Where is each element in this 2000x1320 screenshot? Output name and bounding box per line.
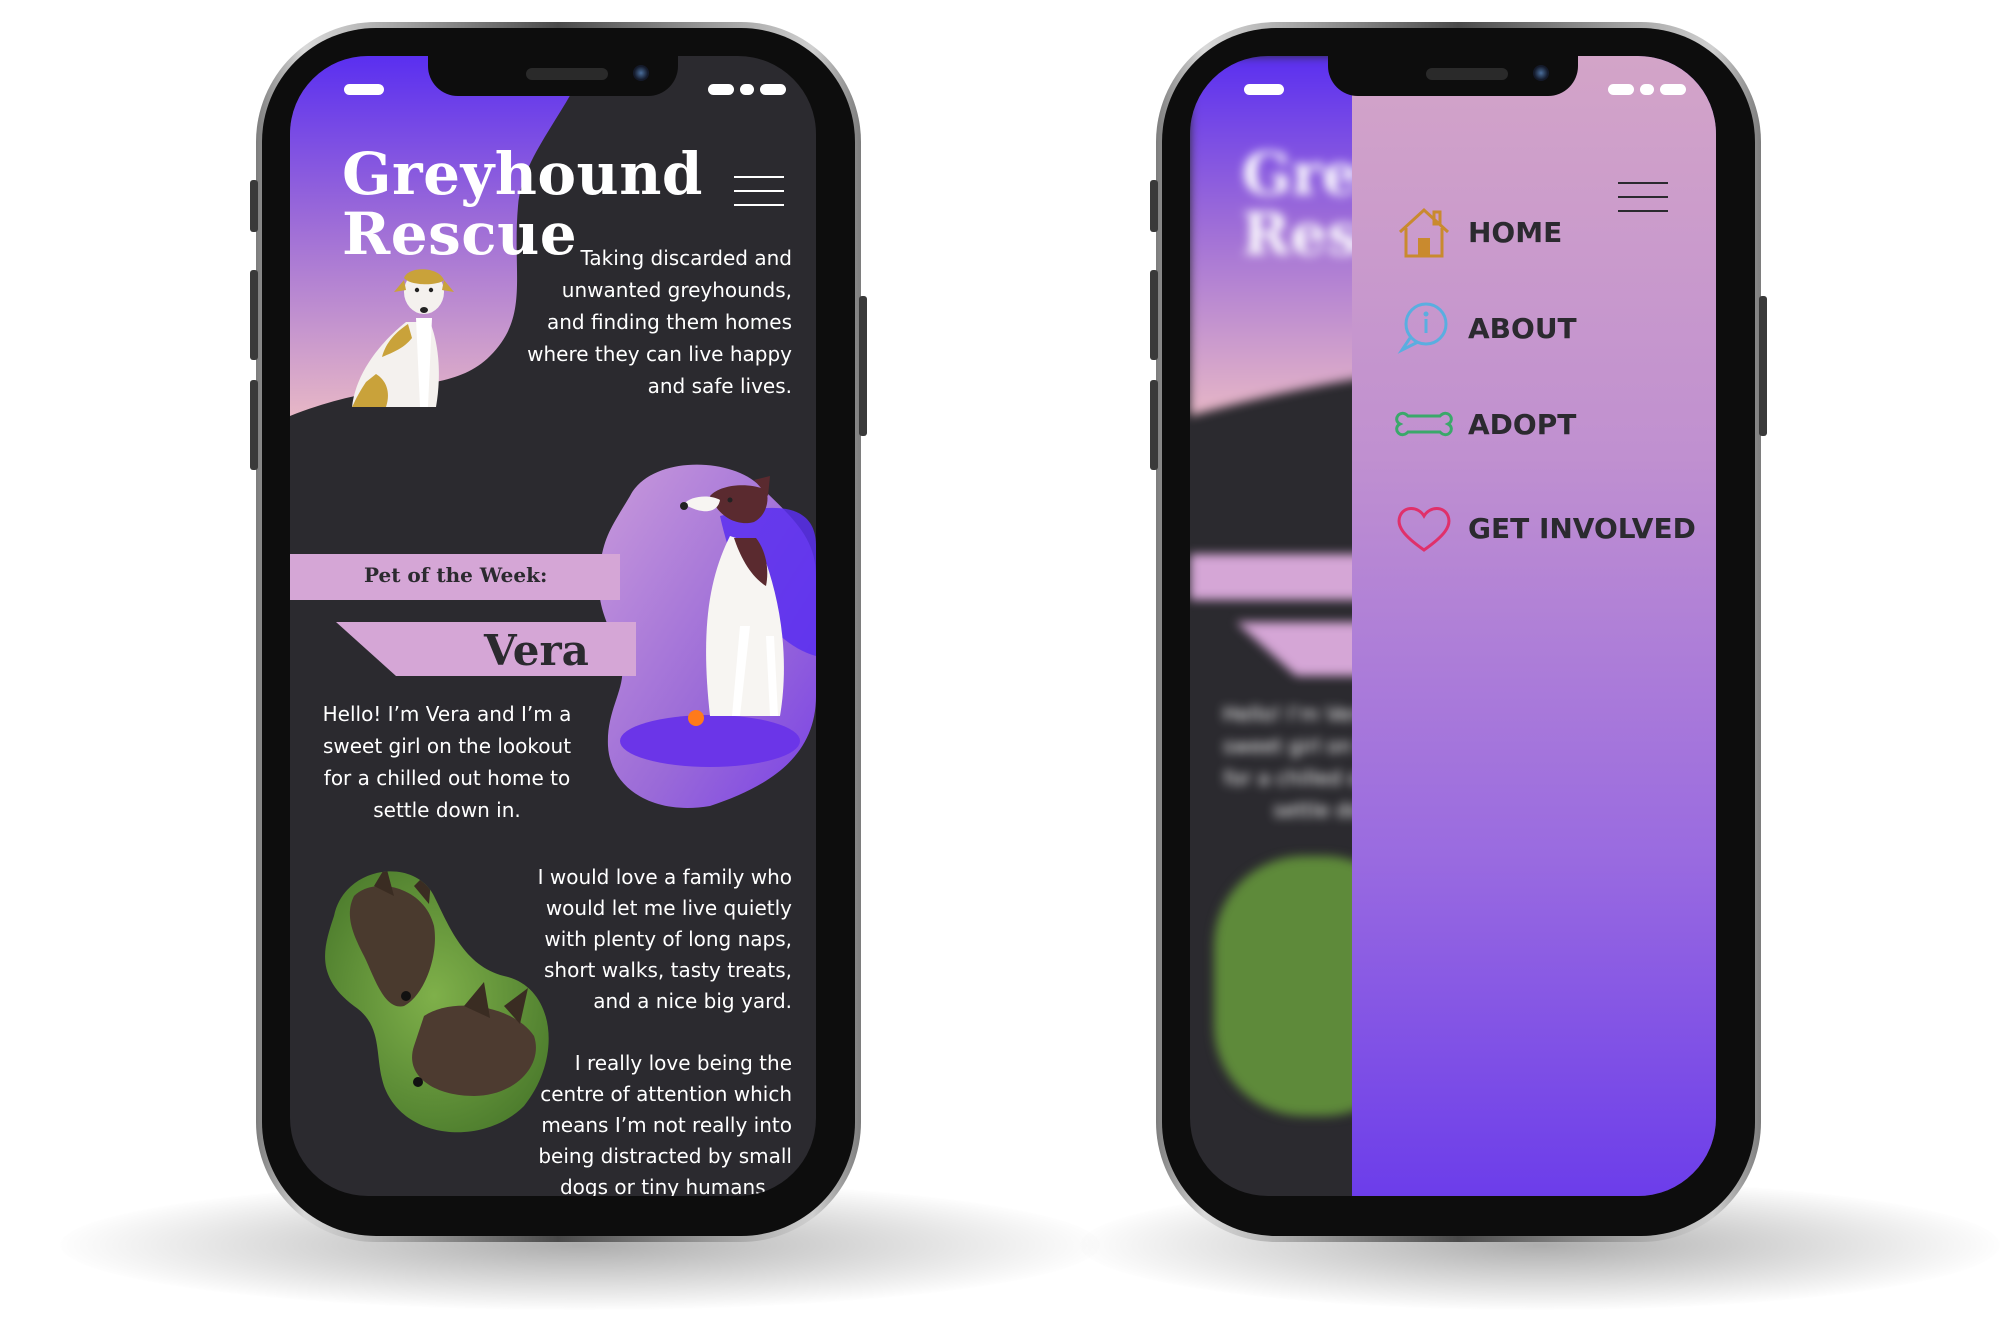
status-time-pill	[1244, 84, 1284, 95]
heart-icon	[1397, 507, 1451, 552]
side-button	[1759, 296, 1767, 436]
pet-photo-blob	[325, 871, 549, 1133]
side-button	[1150, 380, 1158, 470]
nav-menu-panel: HOME ABOUT ADOPT GET INVOLVED	[1352, 56, 1716, 1196]
hamburger-menu-icon[interactable]	[734, 176, 784, 206]
greyhound-illustration	[352, 269, 454, 407]
notch	[1328, 56, 1578, 96]
speaker	[1426, 68, 1508, 80]
house-icon	[1398, 207, 1450, 258]
camera	[1533, 65, 1549, 81]
menu-close-hamburger-icon[interactable]	[1618, 182, 1668, 212]
status-indicators	[708, 84, 786, 95]
pet-intro-text: Hello! I’m Vera and I’m a sweet girl on …	[322, 702, 572, 822]
app-screen: Greyhound Rescue Taking discarded and unw…	[290, 56, 816, 1196]
pet-of-week-label: Pet of the Week:	[290, 554, 620, 600]
menu-item-about[interactable]: ABOUT	[1394, 300, 1577, 356]
menu-item-get-involved[interactable]: GET INVOLVED	[1394, 500, 1696, 556]
camera	[633, 65, 649, 81]
status-indicators	[1608, 84, 1686, 95]
side-button	[250, 270, 258, 360]
phone-right: GreyhoundRescue Hello! I’m Vera and I’m …	[1150, 22, 1767, 1242]
ball-icon	[688, 710, 704, 726]
menu-item-home[interactable]: HOME	[1394, 204, 1562, 260]
status-time-pill	[344, 84, 384, 95]
side-button	[859, 296, 867, 436]
menu-item-adopt[interactable]: ADOPT	[1394, 396, 1576, 452]
info-bubble-icon	[1397, 302, 1448, 354]
site-title: Greyhound Rescue	[342, 140, 703, 268]
side-button	[1150, 270, 1158, 360]
phone-left: Greyhound Rescue Taking discarded and unw…	[250, 22, 867, 1242]
vera-illustration	[680, 476, 784, 716]
menu-screen: GreyhoundRescue Hello! I’m Vera and I’m …	[1190, 56, 1716, 1196]
side-button	[250, 180, 258, 232]
bone-icon	[1395, 411, 1453, 437]
side-button	[250, 380, 258, 470]
pet-name-banner: Vera	[336, 622, 636, 676]
notch	[428, 56, 678, 96]
speaker	[526, 68, 608, 80]
side-button	[1150, 180, 1158, 232]
